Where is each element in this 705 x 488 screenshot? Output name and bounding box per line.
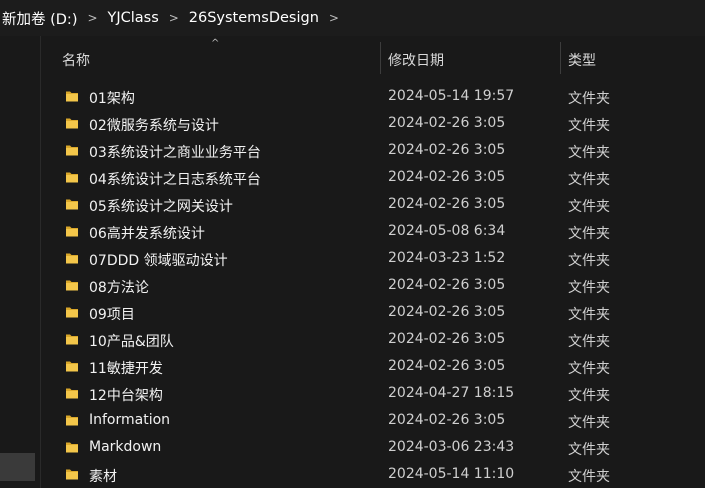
file-name[interactable]: 11敏捷开发	[89, 358, 163, 378]
chevron-right-icon[interactable]: >	[321, 11, 347, 25]
file-name[interactable]: 12中台架构	[89, 385, 163, 405]
file-name[interactable]: 07DDD 领域驱动设计	[89, 250, 228, 270]
file-modified-date: 2024-02-26 3:05	[388, 331, 506, 347]
file-type: 文件夹	[568, 442, 610, 458]
navigation-pane[interactable]	[0, 36, 41, 488]
column-divider[interactable]	[560, 42, 561, 74]
file-type: 文件夹	[568, 226, 610, 242]
file-row[interactable]: 05系统设计之网关设计 2024-02-26 3:05 文件夹	[41, 191, 705, 218]
file-row[interactable]: Markdown 2024-03-06 23:43 文件夹	[41, 434, 705, 461]
file-list: 01架构 2024-05-14 19:57 文件夹 02微服务系统与设计 2024-02…	[41, 83, 705, 488]
file-name[interactable]: 02微服务系统与设计	[89, 115, 219, 135]
file-name[interactable]: 10产品&团队	[89, 331, 174, 351]
file-row[interactable]: 06高并发系统设计 2024-05-08 6:34 文件夹	[41, 218, 705, 245]
file-type: 文件夹	[568, 361, 610, 377]
file-name[interactable]: Markdown	[89, 439, 161, 455]
file-modified-date: 2024-05-14 11:10	[388, 466, 515, 482]
file-modified-date: 2024-04-27 18:15	[388, 385, 515, 401]
file-name[interactable]: 06高并发系统设计	[89, 223, 205, 243]
folder-icon	[65, 305, 79, 319]
file-type: 文件夹	[568, 118, 610, 134]
file-modified-date: 2024-05-08 6:34	[388, 223, 506, 239]
folder-icon	[65, 386, 79, 400]
file-name[interactable]: 05系统设计之网关设计	[89, 196, 233, 216]
folder-icon	[65, 467, 79, 481]
file-row[interactable]: 12中台架构 2024-04-27 18:15 文件夹	[41, 380, 705, 407]
file-name[interactable]: 09项目	[89, 304, 135, 324]
file-type: 文件夹	[568, 199, 610, 215]
file-name[interactable]: 03系统设计之商业业务平台	[89, 142, 261, 162]
navigation-pane-selected-item[interactable]	[0, 453, 35, 481]
sort-ascending-icon: ^	[211, 38, 220, 49]
breadcrumb-item-drive[interactable]: 新加卷 (D:)	[0, 8, 79, 29]
file-modified-date: 2024-02-26 3:05	[388, 142, 506, 158]
column-divider[interactable]	[380, 42, 381, 74]
file-name[interactable]: 04系统设计之日志系统平台	[89, 169, 261, 189]
folder-icon	[65, 332, 79, 346]
file-modified-date: 2024-05-14 19:57	[388, 88, 515, 104]
file-type: 文件夹	[568, 388, 610, 404]
folder-icon	[65, 89, 79, 103]
file-name[interactable]: 素材	[89, 466, 117, 486]
file-type: 文件夹	[568, 253, 610, 269]
file-type: 文件夹	[568, 334, 610, 350]
column-header-row: ^ 名称 修改日期 类型	[41, 36, 705, 80]
file-modified-date: 2024-02-26 3:05	[388, 304, 506, 320]
file-name[interactable]: 01架构	[89, 88, 135, 108]
file-type: 文件夹	[568, 415, 610, 431]
breadcrumb-item-systemsdesign[interactable]: 26SystemsDesign	[187, 10, 321, 26]
file-type: 文件夹	[568, 469, 610, 485]
file-row[interactable]: 03系统设计之商业业务平台 2024-02-26 3:05 文件夹	[41, 137, 705, 164]
file-modified-date: 2024-03-06 23:43	[388, 439, 515, 455]
file-row[interactable]: 01架构 2024-05-14 19:57 文件夹	[41, 83, 705, 110]
file-type: 文件夹	[568, 172, 610, 188]
folder-icon	[65, 413, 79, 427]
file-name[interactable]: 08方法论	[89, 277, 149, 297]
file-type: 文件夹	[568, 307, 610, 323]
file-row[interactable]: Information 2024-02-26 3:05 文件夹	[41, 407, 705, 434]
column-header-type[interactable]: 类型	[568, 50, 596, 70]
file-row[interactable]: 08方法论 2024-02-26 3:05 文件夹	[41, 272, 705, 299]
file-name[interactable]: Information	[89, 412, 170, 428]
folder-icon	[65, 143, 79, 157]
column-header-name[interactable]: 名称	[62, 50, 90, 70]
column-header-date[interactable]: 修改日期	[388, 50, 444, 70]
file-type: 文件夹	[568, 145, 610, 161]
folder-icon	[65, 440, 79, 454]
breadcrumb: 新加卷 (D:) > YJClass > 26SystemsDesign >	[0, 0, 705, 36]
file-modified-date: 2024-02-26 3:05	[388, 196, 506, 212]
file-row[interactable]: 素材 2024-05-14 11:10 文件夹	[41, 461, 705, 488]
file-row[interactable]: 07DDD 领域驱动设计 2024-03-23 1:52 文件夹	[41, 245, 705, 272]
file-row[interactable]: 10产品&团队 2024-02-26 3:05 文件夹	[41, 326, 705, 353]
file-modified-date: 2024-02-26 3:05	[388, 358, 506, 374]
file-explorer-window: 新加卷 (D:) > YJClass > 26SystemsDesign > ^…	[0, 0, 705, 488]
breadcrumb-item-yjclass[interactable]: YJClass	[105, 10, 160, 26]
folder-icon	[65, 251, 79, 265]
folder-icon	[65, 197, 79, 211]
file-row[interactable]: 11敏捷开发 2024-02-26 3:05 文件夹	[41, 353, 705, 380]
chevron-right-icon[interactable]: >	[161, 11, 187, 25]
folder-icon	[65, 170, 79, 184]
file-modified-date: 2024-02-26 3:05	[388, 115, 506, 131]
file-type: 文件夹	[568, 280, 610, 296]
file-row[interactable]: 02微服务系统与设计 2024-02-26 3:05 文件夹	[41, 110, 705, 137]
file-row[interactable]: 04系统设计之日志系统平台 2024-02-26 3:05 文件夹	[41, 164, 705, 191]
folder-icon	[65, 224, 79, 238]
file-row[interactable]: 09项目 2024-02-26 3:05 文件夹	[41, 299, 705, 326]
chevron-right-icon[interactable]: >	[79, 11, 105, 25]
folder-icon	[65, 278, 79, 292]
file-type: 文件夹	[568, 91, 610, 107]
file-modified-date: 2024-02-26 3:05	[388, 169, 506, 185]
file-modified-date: 2024-02-26 3:05	[388, 412, 506, 428]
file-modified-date: 2024-03-23 1:52	[388, 250, 506, 266]
folder-icon	[65, 359, 79, 373]
folder-icon	[65, 116, 79, 130]
file-modified-date: 2024-02-26 3:05	[388, 277, 506, 293]
